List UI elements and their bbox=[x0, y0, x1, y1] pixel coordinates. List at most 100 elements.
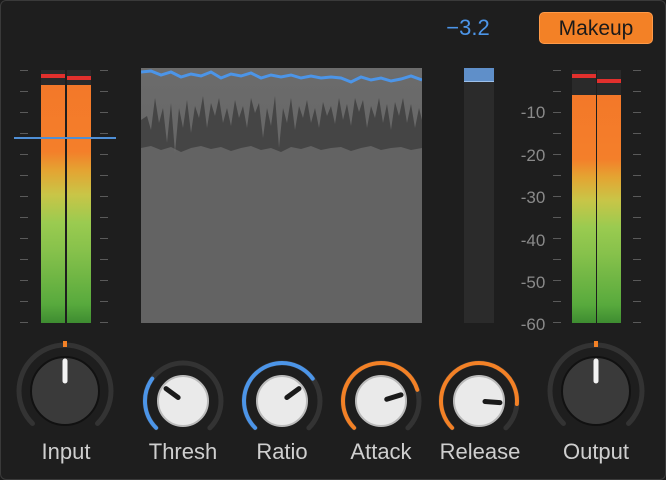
output-knob[interactable] bbox=[546, 340, 646, 446]
meter-tick bbox=[633, 196, 641, 197]
meter-tick bbox=[633, 259, 641, 260]
meter-tick bbox=[20, 70, 28, 71]
meter-tick bbox=[100, 175, 108, 176]
meter-tick bbox=[633, 301, 641, 302]
meter-tick bbox=[100, 196, 108, 197]
input-meter-right-peak bbox=[67, 76, 91, 81]
waveform-display bbox=[141, 68, 422, 323]
output-meter-right-peak bbox=[597, 78, 621, 83]
output-meter-left-fill bbox=[572, 95, 596, 323]
meter-tick bbox=[553, 133, 561, 134]
meter-tick bbox=[633, 112, 641, 113]
meter-tick bbox=[100, 112, 108, 113]
makeup-button[interactable]: Makeup bbox=[539, 12, 653, 44]
knob-body bbox=[355, 375, 407, 427]
gain-reduction-fill bbox=[464, 68, 494, 82]
meter-tick bbox=[633, 175, 641, 176]
meter-tick bbox=[553, 196, 561, 197]
scale-label: -40 bbox=[520, 231, 546, 250]
scale-label: -50 bbox=[520, 273, 546, 292]
meter-tick bbox=[553, 154, 561, 155]
meter-tick bbox=[100, 238, 108, 239]
input-meter-right-fill bbox=[67, 85, 91, 323]
output-meter-right bbox=[597, 70, 621, 323]
scale-label: -10 bbox=[520, 103, 546, 122]
scale-label: -20 bbox=[520, 146, 546, 165]
meter-tick bbox=[20, 91, 28, 92]
meter-tick bbox=[20, 238, 28, 239]
gain-reduction-meter bbox=[464, 68, 494, 323]
thresh-knob[interactable] bbox=[141, 359, 225, 448]
knob-center-marker bbox=[594, 340, 598, 347]
meter-tick bbox=[100, 280, 108, 281]
meter-tick bbox=[100, 301, 108, 302]
thresh-knob-label: Thresh bbox=[148, 439, 218, 464]
meter-tick bbox=[100, 70, 108, 71]
ratio-knob-label: Ratio bbox=[256, 439, 308, 464]
release-knob[interactable] bbox=[437, 359, 521, 448]
meter-tick bbox=[20, 133, 28, 134]
meter-tick bbox=[20, 217, 28, 218]
input-knob[interactable] bbox=[15, 340, 115, 446]
meter-tick bbox=[553, 70, 561, 71]
input-meter-ticks-right bbox=[100, 70, 108, 323]
meter-tick bbox=[553, 217, 561, 218]
input-meter-left-fill bbox=[41, 85, 65, 323]
meter-tick bbox=[20, 280, 28, 281]
release-knob-label: Release bbox=[439, 439, 521, 464]
threshold-marker[interactable] bbox=[14, 137, 116, 139]
input-meter-left-peak bbox=[41, 73, 65, 78]
meter-tick bbox=[553, 259, 561, 260]
scale-label: -30 bbox=[520, 188, 546, 207]
meter-tick bbox=[20, 259, 28, 260]
knob-body bbox=[157, 375, 209, 427]
meter-tick bbox=[100, 217, 108, 218]
meter-tick bbox=[633, 217, 641, 218]
ratio-knob[interactable] bbox=[240, 359, 324, 448]
waveform-body bbox=[141, 146, 422, 323]
meter-tick bbox=[633, 322, 641, 323]
attack-knob[interactable] bbox=[339, 359, 423, 448]
meter-tick bbox=[553, 280, 561, 281]
meter-tick bbox=[553, 322, 561, 323]
meter-tick bbox=[20, 301, 28, 302]
attack-knob-label: Attack bbox=[350, 439, 412, 464]
meter-tick bbox=[633, 238, 641, 239]
meter-tick bbox=[633, 70, 641, 71]
waveform-graph bbox=[141, 69, 422, 323]
gain-reduction-curve bbox=[141, 69, 422, 84]
knob-center-marker bbox=[63, 340, 67, 347]
meter-tick bbox=[553, 91, 561, 92]
meter-tick bbox=[100, 322, 108, 323]
compressor-panel: −3.2 Makeup -10 -20 -30 -40 -50 -60 Inpu… bbox=[0, 0, 666, 480]
meter-tick bbox=[553, 238, 561, 239]
meter-tick bbox=[633, 91, 641, 92]
meter-tick bbox=[20, 112, 28, 113]
meter-tick bbox=[100, 259, 108, 260]
meter-tick bbox=[633, 154, 641, 155]
meter-tick bbox=[553, 301, 561, 302]
meter-tick bbox=[100, 133, 108, 134]
meter-tick bbox=[100, 154, 108, 155]
input-meter-left bbox=[41, 70, 65, 323]
meter-tick bbox=[100, 91, 108, 92]
input-knob-label: Input bbox=[41, 439, 91, 464]
knob-body bbox=[256, 375, 308, 427]
meter-tick bbox=[553, 112, 561, 113]
meter-tick bbox=[20, 196, 28, 197]
output-meter-left bbox=[572, 70, 596, 323]
meter-tick bbox=[20, 175, 28, 176]
meter-tick bbox=[20, 154, 28, 155]
scale-label: -60 bbox=[520, 315, 546, 334]
output-meter-left-peak bbox=[572, 73, 596, 78]
knob-pointer bbox=[482, 398, 503, 406]
input-meter-ticks-left bbox=[20, 70, 28, 323]
gain-reduction-readout: −3.2 bbox=[446, 15, 490, 40]
output-knob-label: Output bbox=[562, 439, 630, 464]
input-meter-right bbox=[67, 70, 91, 323]
output-meter-ticks-left bbox=[553, 70, 561, 323]
meter-tick bbox=[553, 175, 561, 176]
output-meter-ticks-right bbox=[633, 70, 641, 323]
meter-tick bbox=[633, 133, 641, 134]
output-meter-right-fill bbox=[597, 95, 621, 323]
